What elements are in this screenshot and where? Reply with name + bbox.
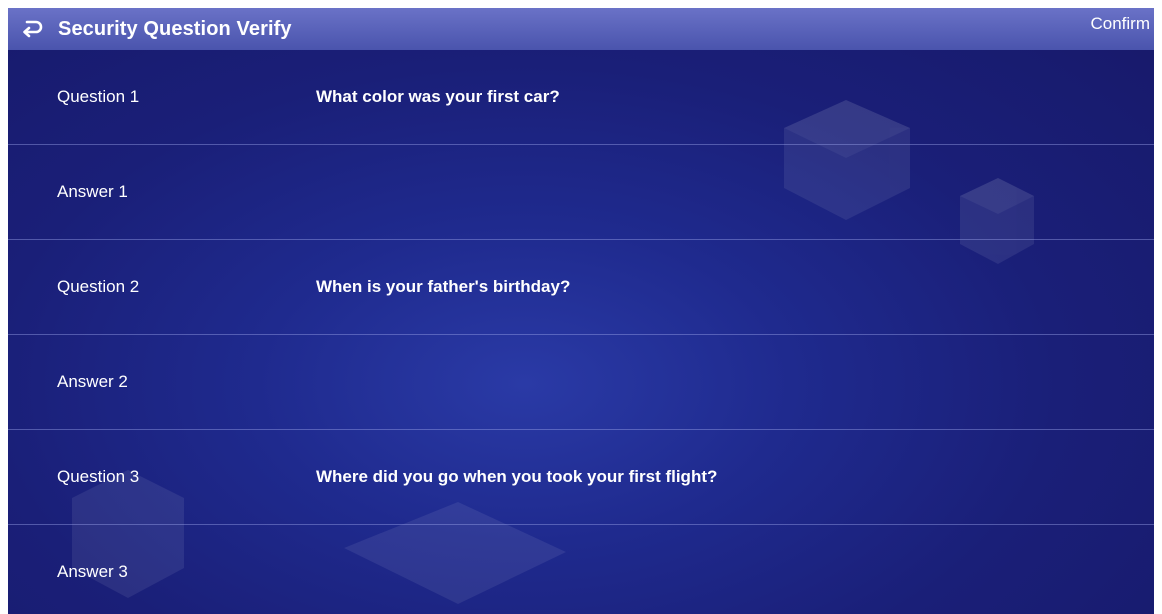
confirm-button[interactable]: Confirm: [1086, 8, 1154, 40]
question-1-text: What color was your first car?: [316, 87, 560, 106]
question-row-2: Question 2 When is your father's birthda…: [8, 240, 1154, 335]
answer-row-1[interactable]: Answer 1: [8, 145, 1154, 240]
question-3-label: Question 3: [57, 467, 140, 486]
answer-row-2[interactable]: Answer 2: [8, 335, 1154, 430]
return-arrow-icon[interactable]: [18, 15, 46, 43]
answer-1-label: Answer 1: [57, 182, 128, 201]
question-row-1: Question 1 What color was your first car…: [8, 50, 1154, 145]
security-question-panel: Security Question Verify Confirm Questio…: [8, 8, 1154, 614]
security-question-list: Question 1 What color was your first car…: [8, 50, 1154, 614]
answer-3-label: Answer 3: [57, 562, 128, 581]
answer-1-input[interactable]: [308, 165, 1114, 219]
question-2-label: Question 2: [57, 277, 140, 296]
question-row-3: Question 3 Where did you go when you too…: [8, 430, 1154, 525]
answer-row-3[interactable]: Answer 3: [8, 525, 1154, 614]
page-title: Security Question Verify: [58, 17, 292, 40]
title-bar: Security Question Verify Confirm: [8, 8, 1154, 50]
answer-2-label: Answer 2: [57, 372, 128, 391]
answer-2-input[interactable]: [308, 355, 1114, 409]
question-3-text: Where did you go when you took your firs…: [316, 467, 718, 486]
screen: Security Question Verify Confirm Questio…: [0, 0, 1162, 614]
question-2-text: When is your father's birthday?: [316, 277, 571, 296]
question-1-label: Question 1: [57, 87, 140, 106]
answer-3-input[interactable]: [308, 545, 1114, 599]
